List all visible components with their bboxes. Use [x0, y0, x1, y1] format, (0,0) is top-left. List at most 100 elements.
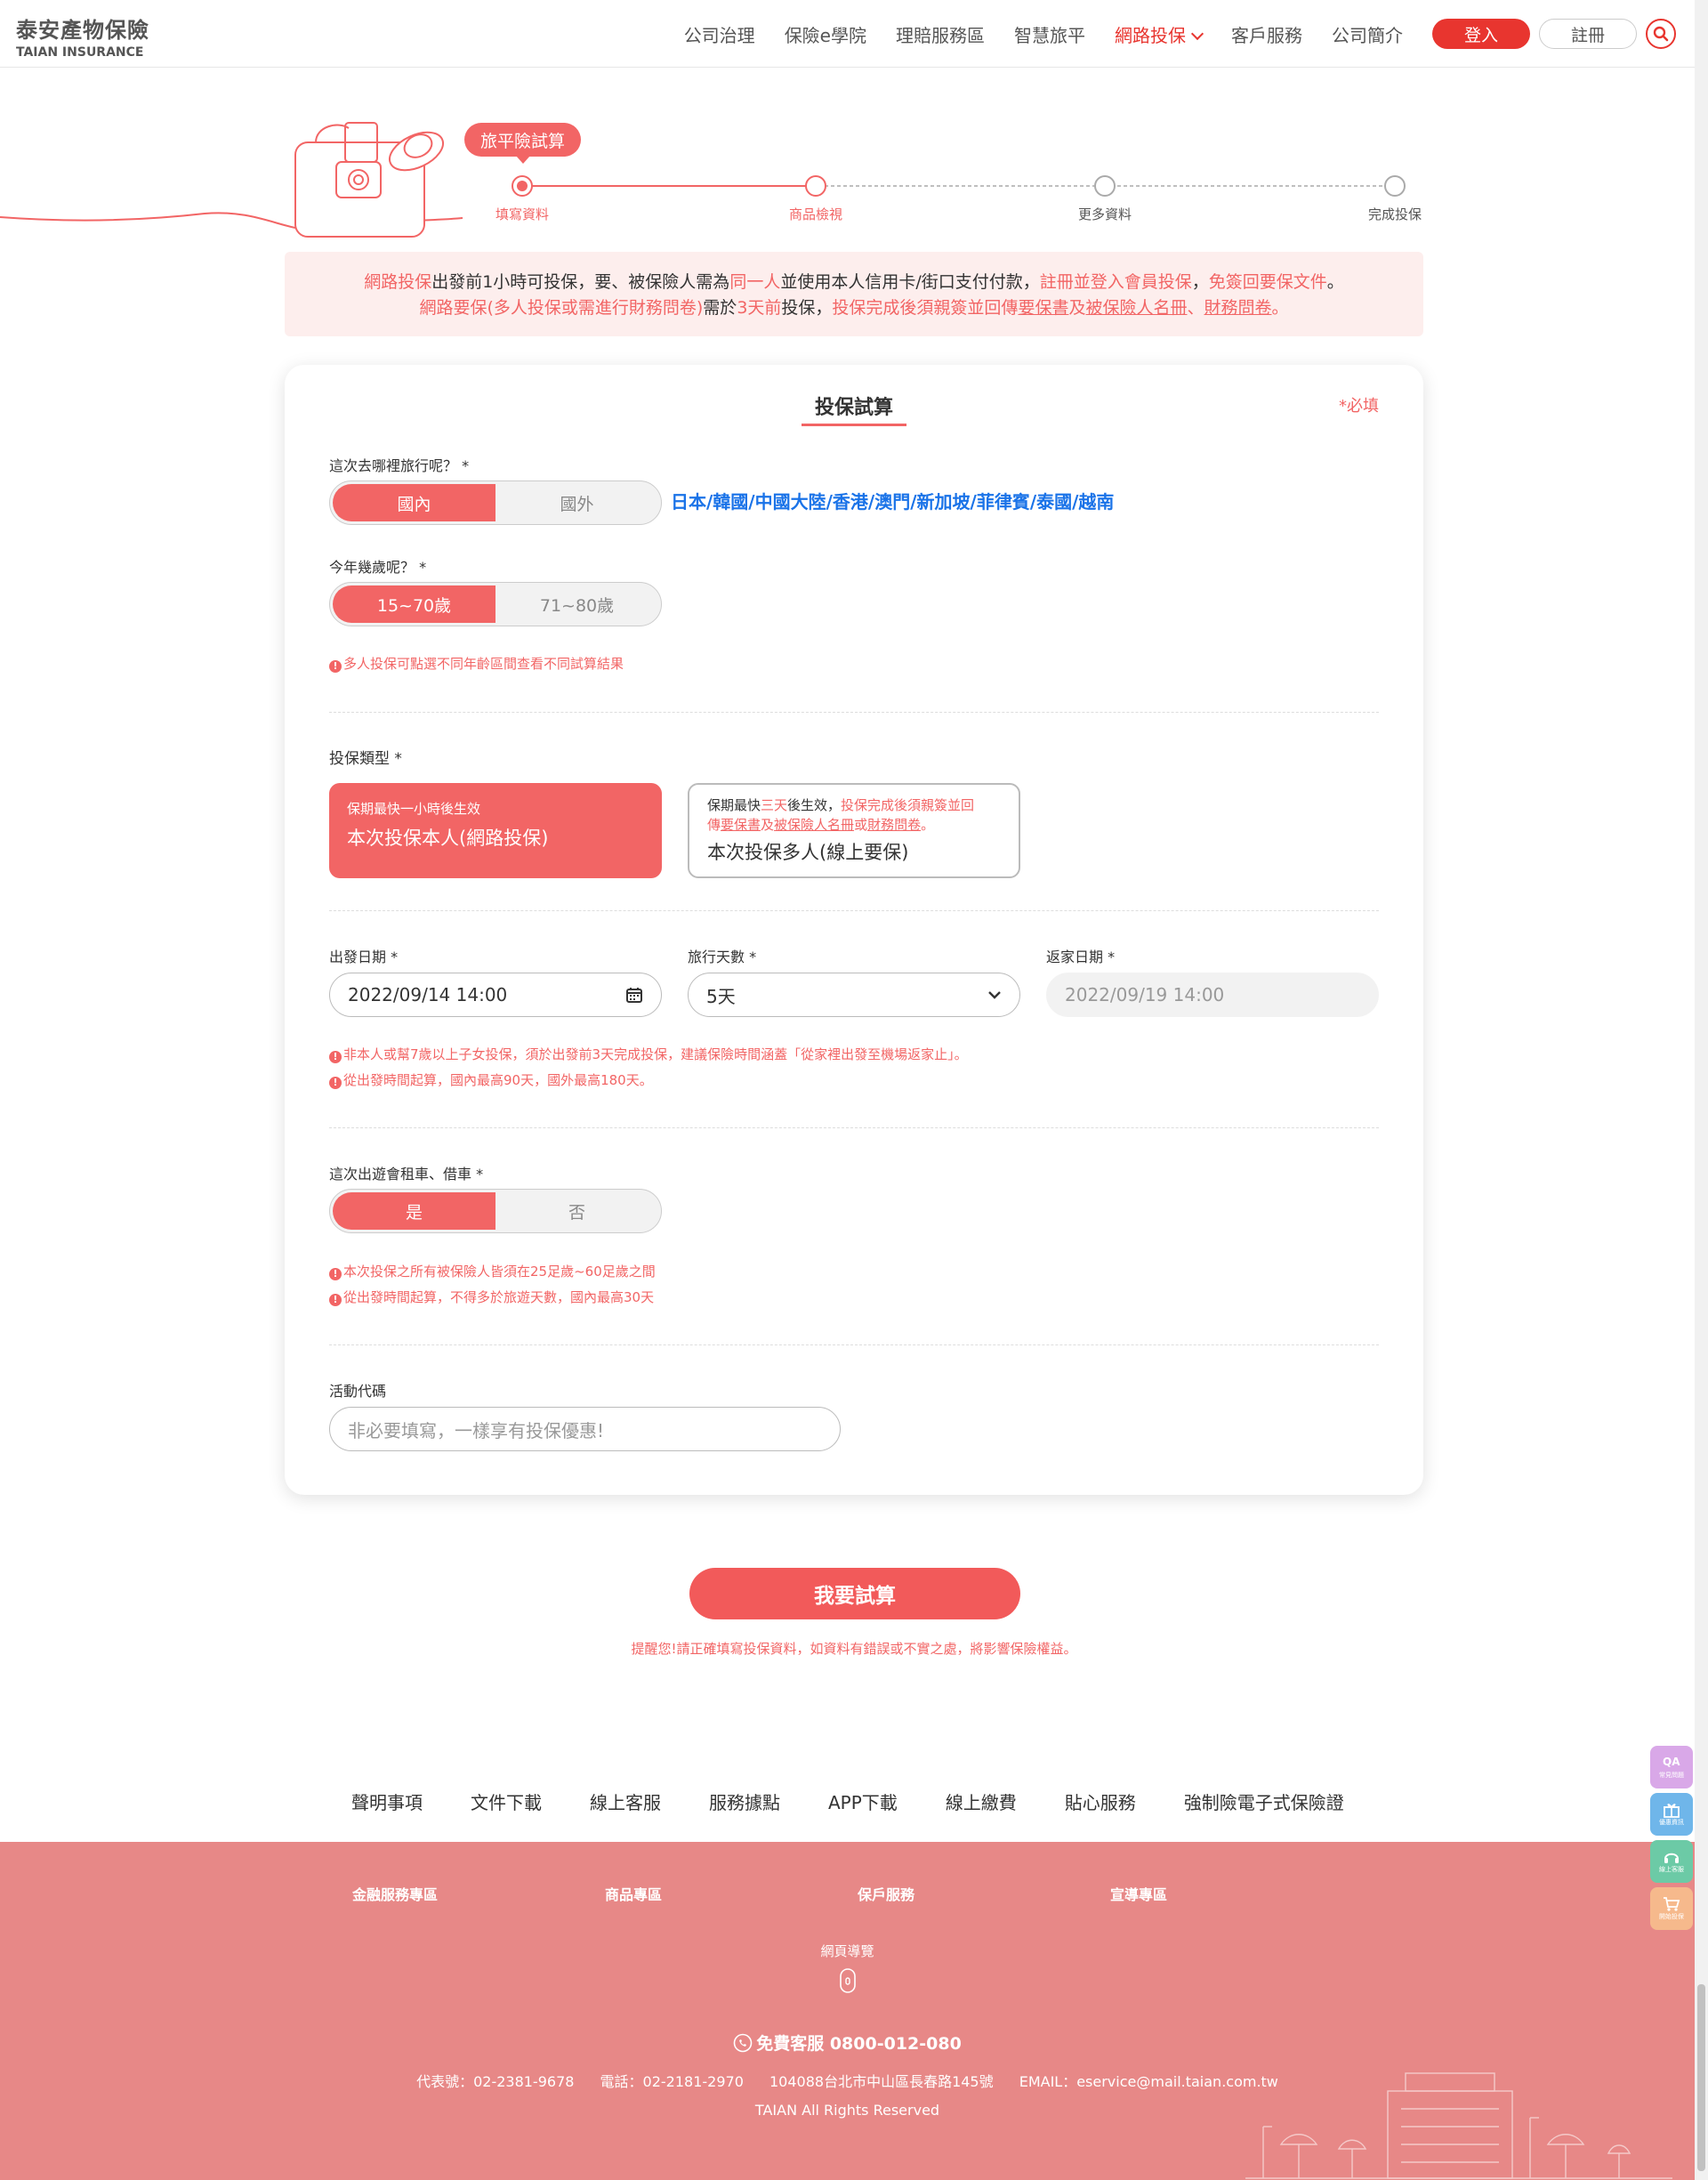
- footer-cat-policyholder[interactable]: 保戶服務: [858, 1883, 1110, 1904]
- sitemap-toggle[interactable]: 網頁導覽: [0, 1942, 1695, 1998]
- login-button[interactable]: 登入: [1432, 19, 1530, 49]
- float-buy-button[interactable]: 開始投保: [1650, 1887, 1693, 1930]
- notice-text: 及: [1068, 298, 1086, 318]
- page-scrollbar[interactable]: [1695, 0, 1708, 2180]
- rental-toggle: 是 否: [329, 1189, 662, 1233]
- contact-address: 104088台北市中山區長春路145號: [769, 2073, 994, 2090]
- notice-text: 網路要保(多人投保或需進行財務問卷): [419, 298, 704, 318]
- insure-type-self-main: 本次投保本人(網路投保): [347, 828, 549, 849]
- rental-no[interactable]: 否: [495, 1192, 658, 1230]
- step-dot-3: [1094, 175, 1116, 197]
- destination-country-list[interactable]: 日本/韓國/中國大陸/香港/澳門/新加坡/菲律賓/泰國/越南: [671, 488, 1114, 513]
- nav-online-insure[interactable]: 網路投保: [1115, 21, 1204, 47]
- progress-stepper: 旅平險試算 填寫資料 商品檢視 更多資料 完成投保: [0, 116, 1708, 249]
- nav-academy[interactable]: 保險e學院: [785, 21, 866, 47]
- form-title: 投保試算: [814, 397, 893, 419]
- nav-governance[interactable]: 公司治理: [684, 21, 755, 47]
- scrollbar-thumb[interactable]: [1697, 1984, 1705, 2171]
- rental-hint-2: ! 從出發時間起算，不得多於旅遊天數，國內最高30天: [329, 1288, 654, 1306]
- insure-type-self[interactable]: 保期最快一小時後生效 本次投保本人(網路投保): [329, 783, 662, 878]
- footer-link-payment[interactable]: 線上繳費: [946, 1788, 1017, 1814]
- float-promo-button[interactable]: 優惠資訊: [1650, 1793, 1693, 1836]
- logo-zh: 泰安產物保險: [16, 18, 149, 43]
- logo-en: TAIAN INSURANCE: [16, 45, 144, 60]
- rental-hint-1-text: 本次投保之所有被保險人皆須在25足歲~60足歲之間: [343, 1264, 656, 1280]
- nav-claims[interactable]: 理賠服務區: [896, 21, 985, 47]
- step-label-2: 商品檢視: [788, 206, 842, 222]
- float-faq-button[interactable]: QA 常見問題: [1650, 1746, 1693, 1788]
- multi-sub-text: 。: [921, 817, 935, 833]
- nav-smart-travel[interactable]: 智慧旅平: [1014, 21, 1085, 47]
- notice-link-application[interactable]: 要保書: [1018, 298, 1068, 318]
- footer-link-compulsory-cert[interactable]: 強制險電子式保險證: [1184, 1788, 1344, 1814]
- search-button[interactable]: [1646, 19, 1676, 49]
- promo-code-input[interactable]: 非必要填寫，一樣享有投保優惠!: [329, 1407, 841, 1451]
- multi-sub-text: 保期最快: [707, 797, 761, 813]
- promo-label: 活動代碼: [329, 1383, 387, 1400]
- footer-link-downloads[interactable]: 文件下載: [471, 1788, 542, 1814]
- footer-cat-advocacy[interactable]: 宣導專區: [1110, 1883, 1363, 1904]
- float-support-button[interactable]: 線上客服: [1650, 1840, 1693, 1883]
- notice-text: 註冊並登入會員投保: [1039, 272, 1192, 292]
- form-title-underline: [802, 424, 906, 426]
- notice-text: 。: [1271, 298, 1289, 318]
- return-date-value: 2022/09/19 14:00: [1065, 984, 1225, 1005]
- age-71-80[interactable]: 71~80歲: [495, 585, 658, 623]
- destination-toggle: 國內 國外: [329, 480, 662, 525]
- age-toggle: 15~70歲 71~80歲: [329, 582, 662, 626]
- info-icon: !: [329, 1051, 342, 1063]
- destination-domestic[interactable]: 國內: [333, 484, 495, 521]
- nav-about[interactable]: 公司簡介: [1332, 21, 1403, 47]
- multi-sub-text: 或: [854, 817, 868, 833]
- nav-customer-service[interactable]: 客戶服務: [1231, 21, 1302, 47]
- logo[interactable]: 泰安產物保險 TAIAN INSURANCE: [16, 12, 149, 60]
- promo-code-placeholder: 非必要填寫，一樣享有投保優惠!: [348, 1419, 605, 1441]
- contact-phone: 電話：02-2181-2970: [600, 2073, 744, 2090]
- step-label-4: 完成投保: [1367, 206, 1422, 222]
- free-service-phone-text: 免費客服 0800-012-080: [756, 2034, 962, 2054]
- date-hint-1-text: 非本人或幫7歲以上子女投保，須於出發前3天完成投保，建議保險時間涵蓋「從家裡出發…: [343, 1046, 968, 1062]
- footer-link-app[interactable]: APP下載: [828, 1788, 898, 1814]
- free-service-phone[interactable]: 免費客服 0800-012-080: [0, 2031, 1695, 2055]
- calc-form-card: 投保試算 *必填 這次去哪裡旅行呢？ * 國內 國外 日本/韓國/中國大陸/香港…: [285, 365, 1423, 1495]
- rental-hint-2-text: 從出發時間起算，不得多於旅遊天數，國內最高30天: [343, 1289, 655, 1305]
- notice-text: 免簽回要保文件: [1208, 272, 1327, 292]
- chevron-down-icon: [988, 991, 1001, 999]
- footer-cat-finance[interactable]: 金融服務專區: [352, 1883, 605, 1904]
- footer-link-care[interactable]: 貼心服務: [1065, 1788, 1136, 1814]
- calculate-button[interactable]: 我要試算: [689, 1568, 1020, 1619]
- notice-link-roster[interactable]: 被保險人名冊: [1085, 298, 1187, 318]
- notice-text: 並使用本人信用卡/街口支付付款，: [780, 272, 1040, 292]
- step-dot-1-inner: [517, 181, 528, 191]
- calendar-icon[interactable]: [625, 986, 643, 1004]
- notice-text: 3天前: [737, 298, 782, 318]
- days-select[interactable]: 5天: [688, 973, 1020, 1017]
- building-illustration: [1245, 2072, 1672, 2179]
- destination-overseas[interactable]: 國外: [495, 484, 658, 521]
- footer-link-statement[interactable]: 聲明事項: [351, 1788, 423, 1814]
- rental-yes[interactable]: 是: [333, 1192, 495, 1230]
- qa-icon: QA: [1663, 1756, 1680, 1768]
- notice-text: 、: [1187, 298, 1204, 318]
- footer-link-online-service[interactable]: 線上客服: [590, 1788, 661, 1814]
- multi-sub-text: 要保書: [721, 817, 761, 833]
- insure-type-multi-sub: 保期最快三天後生效，投保完成後須親簽並回 傳要保書及被保險人名冊或財務問卷。: [707, 795, 1001, 835]
- footer-link-locations[interactable]: 服務據點: [709, 1788, 780, 1814]
- notice-link-questionnaire[interactable]: 財務問卷: [1204, 298, 1272, 318]
- multi-sub-text: 後生效，: [787, 797, 842, 813]
- footer-cat-products[interactable]: 商品專區: [605, 1883, 858, 1904]
- notice-text: 網路投保: [364, 272, 432, 292]
- contact-email[interactable]: EMAIL：eservice@mail.taian.com.tw: [1019, 2073, 1278, 2090]
- float-buy-label: 開始投保: [1659, 1913, 1684, 1920]
- depart-date-input[interactable]: 2022/09/14 14:00: [329, 973, 662, 1017]
- cart-icon: [1664, 1897, 1680, 1911]
- rental-hint-1: ! 本次投保之所有被保險人皆須在25足歲~60足歲之間: [329, 1262, 656, 1280]
- register-button[interactable]: 註冊: [1539, 19, 1637, 49]
- age-15-70[interactable]: 15~70歲: [333, 585, 495, 623]
- multi-sub-text: 被保險人名冊: [774, 817, 855, 833]
- insure-type-multi[interactable]: 保期最快三天後生效，投保完成後須親簽並回 傳要保書及被保險人名冊或財務問卷。 本次…: [688, 783, 1020, 878]
- notice-text: ，: [1191, 272, 1209, 292]
- info-icon: !: [329, 1268, 342, 1280]
- notice-text: 投保，: [781, 298, 833, 318]
- float-support-label: 線上客服: [1659, 1866, 1684, 1873]
